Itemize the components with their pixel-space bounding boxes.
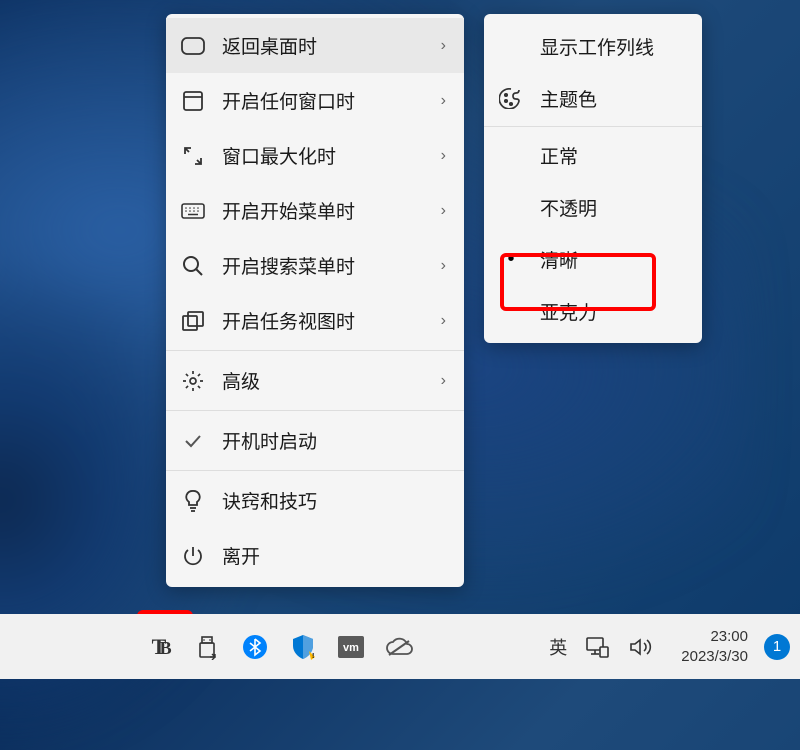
square-icon bbox=[180, 88, 206, 114]
menu-label: 窗口最大化时 bbox=[222, 142, 450, 169]
sub-label: 亚克力 bbox=[540, 298, 597, 325]
menu-divider bbox=[166, 410, 464, 411]
menu-open-task-view[interactable]: 开启任务视图时 › bbox=[166, 293, 464, 348]
main-context-menu: 返回桌面时 › 开启任何窗口时 › 窗口最大化时 › 开启开始菜单时 › 开启搜… bbox=[166, 14, 464, 587]
menu-tips[interactable]: 诀窍和技巧 bbox=[166, 473, 464, 528]
desktop-submenu: 显示工作列线 主题色 正常 不透明 • 清晰 亚克力 bbox=[484, 14, 702, 343]
menu-divider bbox=[166, 470, 464, 471]
menu-label: 离开 bbox=[222, 542, 450, 569]
ime-indicator[interactable]: 英 bbox=[549, 634, 567, 660]
sub-label: 主题色 bbox=[540, 85, 597, 112]
sub-show-task-line[interactable]: 显示工作列线 bbox=[484, 20, 702, 72]
menu-label: 高级 bbox=[222, 367, 450, 394]
chevron-right-icon: › bbox=[441, 202, 446, 220]
sub-clear[interactable]: • 清晰 bbox=[484, 233, 702, 285]
power-icon bbox=[180, 543, 206, 569]
menu-maximize-window[interactable]: 窗口最大化时 › bbox=[166, 128, 464, 183]
keyboard-icon bbox=[180, 198, 206, 224]
sub-normal[interactable]: 正常 bbox=[484, 129, 702, 181]
cloud-icon[interactable] bbox=[385, 633, 413, 661]
chevron-right-icon: › bbox=[441, 372, 446, 390]
expand-icon bbox=[180, 143, 206, 169]
menu-label: 开启开始菜单时 bbox=[222, 197, 450, 224]
bulb-icon bbox=[180, 488, 206, 514]
menu-startup[interactable]: 开机时启动 bbox=[166, 413, 464, 468]
security-icon[interactable]: ! bbox=[289, 633, 317, 661]
palette-icon bbox=[498, 85, 524, 111]
notification-badge[interactable]: 1 bbox=[764, 634, 790, 660]
sub-label: 清晰 bbox=[540, 246, 578, 273]
sub-label: 不透明 bbox=[540, 194, 597, 221]
menu-divider bbox=[484, 126, 702, 127]
blank-icon bbox=[498, 33, 524, 59]
tray-icons-left: TB ! vm bbox=[145, 633, 413, 661]
menu-label: 开启搜索菜单时 bbox=[222, 252, 450, 279]
date-text: 2023/3/30 bbox=[681, 647, 748, 667]
volume-icon[interactable] bbox=[627, 633, 655, 661]
check-icon bbox=[180, 428, 206, 454]
bluetooth-icon[interactable] bbox=[241, 633, 269, 661]
menu-divider bbox=[166, 350, 464, 351]
menu-advanced[interactable]: 高级 › bbox=[166, 353, 464, 408]
chevron-right-icon: › bbox=[441, 257, 446, 275]
clock[interactable]: 23:00 2023/3/30 bbox=[681, 627, 748, 666]
tray-icons-right: 英 23:00 2023/3/30 1 bbox=[549, 627, 790, 666]
rounded-tab-icon bbox=[180, 33, 206, 59]
chevron-right-icon: › bbox=[441, 92, 446, 110]
time-text: 23:00 bbox=[681, 627, 748, 647]
sub-theme-color[interactable]: 主题色 bbox=[484, 72, 702, 124]
menu-label: 开启任务视图时 bbox=[222, 307, 450, 334]
menu-label: 开启任何窗口时 bbox=[222, 87, 450, 114]
network-icon[interactable] bbox=[583, 633, 611, 661]
chevron-right-icon: › bbox=[441, 147, 446, 165]
menu-open-search-menu[interactable]: 开启搜索菜单时 › bbox=[166, 238, 464, 293]
menu-label: 返回桌面时 bbox=[222, 32, 450, 59]
sub-opaque[interactable]: 不透明 bbox=[484, 181, 702, 233]
vm-icon[interactable]: vm bbox=[337, 633, 365, 661]
task-view-icon bbox=[180, 308, 206, 334]
tb-app-icon[interactable]: TB bbox=[145, 633, 173, 661]
sub-acrylic[interactable]: 亚克力 bbox=[484, 285, 702, 337]
sub-label: 正常 bbox=[540, 142, 578, 169]
bullet-icon: • bbox=[498, 248, 524, 271]
usb-icon[interactable] bbox=[193, 633, 221, 661]
chevron-right-icon: › bbox=[441, 37, 446, 55]
taskbar: TB ! vm 英 23:00 2023/3/30 1 bbox=[0, 614, 800, 679]
menu-return-desktop[interactable]: 返回桌面时 › bbox=[166, 18, 464, 73]
menu-label: 诀窍和技巧 bbox=[222, 487, 450, 514]
chevron-right-icon: › bbox=[441, 312, 446, 330]
svg-text:!: ! bbox=[312, 653, 314, 660]
menu-label: 开机时启动 bbox=[222, 427, 450, 454]
menu-open-start-menu[interactable]: 开启开始菜单时 › bbox=[166, 183, 464, 238]
menu-exit[interactable]: 离开 bbox=[166, 528, 464, 583]
svg-text:vm: vm bbox=[343, 642, 359, 654]
menu-open-any-window[interactable]: 开启任何窗口时 › bbox=[166, 73, 464, 128]
search-icon bbox=[180, 253, 206, 279]
gear-icon bbox=[180, 368, 206, 394]
sub-label: 显示工作列线 bbox=[540, 33, 654, 60]
